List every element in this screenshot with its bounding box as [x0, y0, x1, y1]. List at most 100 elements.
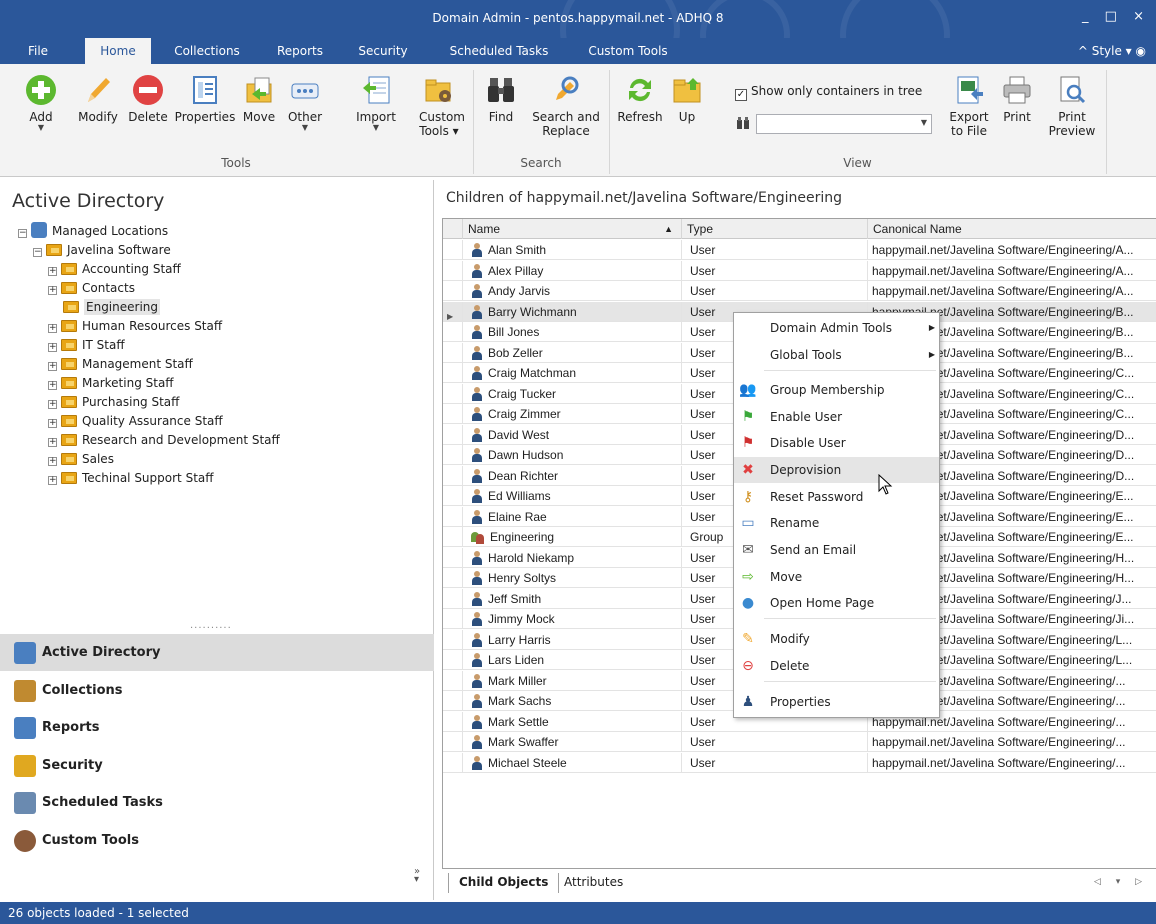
- row-indicator: [443, 363, 463, 383]
- nav-security[interactable]: Security: [0, 747, 434, 784]
- tree-node[interactable]: + Research and Development Staff: [48, 431, 280, 450]
- refresh-button[interactable]: Refresh: [616, 74, 664, 124]
- menu-item-reset-password[interactable]: ⚷ Reset Password: [734, 484, 939, 510]
- current-row-icon: ▶: [447, 311, 454, 321]
- tree-node[interactable]: + Marketing Staff: [48, 374, 174, 393]
- pencil-icon: ✎: [742, 631, 754, 647]
- print-button[interactable]: Print: [998, 74, 1036, 124]
- move-button[interactable]: Move: [240, 74, 278, 124]
- tree-node[interactable]: + Purchasing Staff: [48, 393, 179, 412]
- table-row[interactable]: Alan Smith User happymail.net/Javelina Sof…: [443, 240, 1156, 261]
- up-button[interactable]: Up: [668, 74, 706, 124]
- export-button[interactable]: Export to File: [944, 74, 994, 138]
- expand-icon[interactable]: +: [48, 400, 57, 409]
- expand-icon[interactable]: +: [48, 286, 57, 295]
- find-button[interactable]: Find: [484, 74, 518, 124]
- nav-label: Active Directory: [42, 645, 161, 660]
- expand-icon[interactable]: +: [48, 419, 57, 428]
- search-replace-button[interactable]: Search and Replace: [528, 74, 604, 138]
- tree-node[interactable]: + Contacts: [48, 279, 135, 298]
- tab-scheduled-tasks[interactable]: Scheduled Tasks: [436, 38, 562, 64]
- table-row[interactable]: Michael Steele User happymail.net/Javelina…: [443, 752, 1156, 774]
- window-controls[interactable]: _ □ ×: [1082, 9, 1150, 24]
- expand-icon[interactable]: +: [48, 343, 57, 352]
- nav-scheduled-tasks[interactable]: Scheduled Tasks: [0, 784, 434, 821]
- nav-overflow-button[interactable]: » ▾: [414, 867, 420, 885]
- nav-active-directory[interactable]: Active Directory: [0, 634, 434, 671]
- table-row[interactable]: Mark Swaffer User happymail.net/Javelina S…: [443, 732, 1156, 753]
- nav-custom-tools[interactable]: Custom Tools: [0, 822, 434, 859]
- menu-item-label: Properties: [770, 695, 831, 709]
- menu-item-disable-user[interactable]: ⚑ Disable User: [734, 430, 939, 456]
- table-row[interactable]: Andy Jarvis User happymail.net/Javelina So…: [443, 281, 1156, 302]
- show-containers-checkbox[interactable]: ✓ Show only containers in tree: [735, 84, 922, 101]
- expand-icon[interactable]: +: [48, 476, 57, 485]
- tree-node[interactable]: + Techinal Support Staff: [48, 469, 214, 488]
- tree-node[interactable]: + IT Staff: [48, 336, 125, 355]
- menu-item-open-home-page[interactable]: ● Open Home Page: [734, 590, 939, 616]
- collapse-icon[interactable]: −: [33, 248, 42, 257]
- cell-name-text: Elaine Rae: [488, 509, 547, 524]
- tree-node[interactable]: + Human Resources Staff: [48, 317, 222, 336]
- tree-node[interactable]: − Javelina Software: [33, 241, 171, 260]
- move-label: Move: [242, 110, 276, 124]
- tab-file[interactable]: File: [18, 38, 58, 64]
- collapse-icon[interactable]: −: [18, 229, 27, 238]
- tab-security[interactable]: Security: [350, 38, 416, 64]
- other-button[interactable]: Other ▼: [283, 74, 327, 132]
- tab-child-objects[interactable]: Child Objects: [448, 873, 560, 893]
- tab-custom-tools[interactable]: Custom Tools: [578, 38, 678, 64]
- style-dropdown[interactable]: ^ Style ▾ ◉: [1078, 44, 1146, 58]
- table-row[interactable]: Alex Pillay User happymail.net/Javelina So…: [443, 260, 1156, 282]
- menu-item-global-tools[interactable]: Global Tools ▶: [734, 342, 939, 368]
- tree-node[interactable]: + Accounting Staff: [48, 260, 181, 279]
- tree-node[interactable]: + Sales: [48, 450, 114, 469]
- help-icon[interactable]: ◉: [1136, 44, 1146, 58]
- column-header-type[interactable]: Type: [682, 219, 868, 239]
- tree-node[interactable]: Engineering: [48, 298, 160, 317]
- delete-button[interactable]: Delete: [126, 74, 170, 124]
- tab-navigation-arrows[interactable]: ◁ ▾ ▷: [1094, 877, 1148, 887]
- print-preview-button[interactable]: Print Preview: [1044, 74, 1100, 138]
- menu-item-domain-admin-tools[interactable]: Domain Admin Tools ▶: [734, 315, 939, 341]
- expand-icon[interactable]: +: [48, 267, 57, 276]
- tree-node[interactable]: + Quality Assurance Staff: [48, 412, 223, 431]
- splitter-handle[interactable]: ..........: [190, 620, 232, 631]
- nav-collections[interactable]: Collections: [0, 672, 434, 709]
- import-button[interactable]: Import ▼: [352, 74, 400, 132]
- expand-icon[interactable]: +: [48, 324, 57, 333]
- tab-collections[interactable]: Collections: [162, 38, 252, 64]
- column-header-canonical[interactable]: Canonical Name: [868, 219, 1156, 239]
- properties-button[interactable]: Properties: [173, 74, 237, 124]
- custom-tools-button[interactable]: Custom Tools ▾: [412, 74, 466, 138]
- find-small-icon[interactable]: [736, 116, 750, 130]
- menu-separator: [764, 370, 936, 371]
- tab-home[interactable]: Home: [85, 38, 151, 64]
- menu-item-move[interactable]: ⇨ Move: [734, 564, 939, 590]
- folder-icon: [61, 453, 77, 465]
- menu-item-rename[interactable]: ▭ Rename: [734, 510, 939, 536]
- column-header-name[interactable]: Name ▲: [463, 219, 682, 239]
- menu-item-delete[interactable]: ⊖ Delete: [734, 653, 939, 679]
- menu-item-enable-user[interactable]: ⚑ Enable User: [734, 404, 939, 430]
- menu-item-modify[interactable]: ✎ Modify: [734, 626, 939, 652]
- filter-combobox[interactable]: ▼: [756, 114, 932, 134]
- expand-icon[interactable]: +: [48, 362, 57, 371]
- expand-icon[interactable]: +: [48, 457, 57, 466]
- nav-reports[interactable]: Reports: [0, 709, 434, 746]
- cell-name: Harold Niekamp: [463, 547, 682, 568]
- menu-item-group-membership[interactable]: 👥 Group Membership: [734, 377, 939, 403]
- menu-item-deprovision[interactable]: ✖ Deprovision: [734, 457, 939, 483]
- tree-node[interactable]: + Management Staff: [48, 355, 193, 374]
- expand-icon[interactable]: +: [48, 381, 57, 390]
- menu-item-send-an-email[interactable]: ✉ Send an Email: [734, 537, 939, 563]
- tab-reports[interactable]: Reports: [265, 38, 335, 64]
- add-button[interactable]: Add ▼: [24, 74, 58, 132]
- tab-attributes[interactable]: Attributes: [554, 873, 633, 893]
- expand-icon[interactable]: +: [48, 438, 57, 447]
- menu-item-properties[interactable]: ♟ Properties: [734, 689, 939, 715]
- user-icon: [471, 427, 483, 442]
- cell-name-text: Alan Smith: [488, 243, 547, 257]
- tree-node[interactable]: − Managed Locations: [18, 222, 168, 241]
- modify-button[interactable]: Modify: [74, 74, 122, 124]
